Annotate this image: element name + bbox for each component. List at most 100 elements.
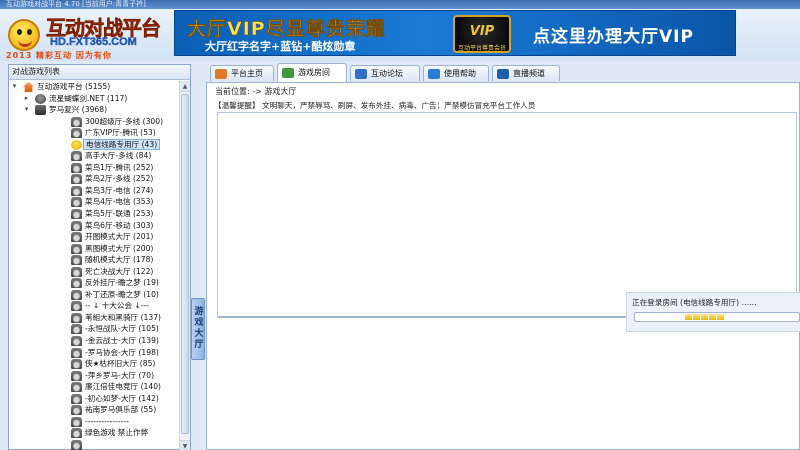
- room-icon: [71, 116, 82, 127]
- login-progress-fill: [685, 314, 724, 320]
- tab-forum[interactable]: 互动论坛: [350, 65, 420, 81]
- main-tab-bar: 平台主页 游戏房间 互动论坛 使用帮助 直播频道: [206, 63, 800, 82]
- tree-item-label: 补丁还原-瞻之梦 (10): [85, 289, 159, 299]
- tree-item[interactable]: 死亡决战大厅 (122): [9, 266, 179, 278]
- platform-logo[interactable]: 互动对战平台 HD.FXT365.COM 2013 精彩互动 因为有你: [2, 9, 172, 61]
- progress-block: [709, 314, 716, 320]
- login-status-text: 正在登录房间 (电信线路专用厅) ……: [632, 298, 757, 307]
- tab-label: 游戏房间: [298, 68, 330, 77]
- tree-item-label: -- ↓ 十大公会 ↓---: [85, 301, 150, 311]
- vip-ad-headline: 大厅VIP尽显尊贵荣耀: [187, 18, 386, 40]
- forum-icon: [355, 69, 367, 79]
- tree-item[interactable]: 祐南罗马俱乐部 (55): [9, 404, 179, 416]
- game-tree[interactable]: ▾ 互动游戏平台 (5155) ▸ 流星蝴蝶剑.NET (117) ▾ 罗马复兴 (396…: [9, 81, 179, 450]
- tree-item[interactable]: 电信线路专用厅 (43): [9, 138, 179, 151]
- tree-item[interactable]: 黑图模式大厅 (200): [9, 243, 179, 255]
- logo-slogan: 2013 精彩互动 因为有你: [6, 51, 112, 60]
- room-icon: [71, 289, 82, 300]
- scroll-thumb[interactable]: [181, 94, 189, 434]
- window-title: 互动游戏对战平台 4.70 [当前用户:青青子衿]: [6, 0, 146, 8]
- tree-item[interactable]: -永恒战队-大厅 (105): [9, 323, 179, 335]
- collapse-icon[interactable]: ▾: [23, 106, 30, 113]
- tree-item[interactable]: 菜鸟1厅-腾讯 (252): [9, 162, 179, 174]
- scroll-up-icon[interactable]: ▲: [180, 81, 190, 92]
- tree-item[interactable]: 菜鸟6厅-移动 (303): [9, 220, 179, 232]
- progress-block: [685, 314, 692, 320]
- room-icon: [71, 336, 82, 347]
- game-hall-side-tab-label: 游戏大厅: [194, 307, 204, 350]
- tree-item[interactable]: 开图模式大厅 (201): [9, 231, 179, 243]
- vip-badge-icon: VIP 互动平台尊贵会员: [453, 15, 511, 53]
- tree-item[interactable]: 菜鸟4厅-电信 (353): [9, 196, 179, 208]
- tab-game-room[interactable]: 游戏房间: [277, 63, 347, 82]
- tree-item[interactable]: 绿色游戏 禁止作弊: [9, 427, 179, 439]
- tree-item[interactable]: 随机模式大厅 (178): [9, 254, 179, 266]
- tree-item-label: -初心如梦-大厅 (142): [85, 393, 159, 403]
- tab-live[interactable]: 直播频道: [492, 65, 560, 81]
- vip-badge-text: VIP: [469, 24, 495, 39]
- tree-item[interactable]: 廉江倍佳电竞厅 (140): [9, 381, 179, 393]
- tree-item[interactable]: ▾ 互动游戏平台 (5155): [9, 81, 179, 93]
- vip-ad-subline: 大厅红字名字+蓝钻+酷炫勋章: [205, 40, 356, 53]
- tree-item[interactable]: -- ↓ 十大公会 ↓---: [9, 300, 179, 312]
- collapse-icon[interactable]: ▾: [11, 83, 18, 90]
- tree-item[interactable]: 补丁还原-瞻之梦 (10): [9, 289, 179, 301]
- room-icon: [71, 359, 82, 370]
- tree-item[interactable]: -金云战士-大厅 (139): [9, 335, 179, 347]
- tree-item[interactable]: ▾ 罗马复兴 (3968): [9, 104, 179, 116]
- tree-item-label: -金云战士-大厅 (139): [85, 336, 159, 346]
- tree-item[interactable]: 高手大厅-多线 (84): [9, 150, 179, 162]
- live-icon: [497, 69, 509, 79]
- room-icon: [71, 174, 82, 185]
- tree-item[interactable]: ----------------: [9, 416, 179, 428]
- tab-label: 互动论坛: [371, 69, 403, 78]
- tree-item-label: 电信线路专用厅 (43): [83, 138, 161, 151]
- vip-advertisement[interactable]: 大厅VIP尽显尊贵荣耀 大厅红字名字+蓝钻+酷炫勋章 VIP 互动平台尊贵会员 …: [174, 10, 736, 56]
- tree-item-label: 互动游戏平台 (5155): [37, 82, 111, 91]
- tree-item[interactable]: 侠★枯杯旧大厅 (85): [9, 358, 179, 370]
- progress-block: [717, 314, 724, 320]
- tree-item[interactable]: 菜鸟2厅-多线 (252): [9, 173, 179, 185]
- room-icon: [71, 220, 82, 231]
- tab-help[interactable]: 使用帮助: [423, 65, 489, 81]
- tree-item[interactable]: 广东VIP厅-腾讯 (53): [9, 127, 179, 139]
- breadcrumb: 当前位置: -> 游戏大厅: [215, 87, 297, 96]
- room-icon: [71, 243, 82, 254]
- tree-item-label: 廉江倍佳电竞厅 (140): [85, 382, 161, 392]
- tree-item-label: ----------------: [85, 416, 129, 426]
- tree-item-label: 300超级厅-多线 (300): [85, 116, 164, 126]
- tree-item[interactable]: 反外挂厅-瞻之梦 (19): [9, 277, 179, 289]
- tree-item-label: 菜鸟4厅-电信 (353): [85, 197, 154, 207]
- scroll-down-icon[interactable]: ▼: [180, 440, 190, 450]
- tree-item-label: 随机模式大厅 (178): [85, 255, 154, 265]
- tab-label: 直播频道: [513, 69, 545, 78]
- room-icon: [71, 162, 82, 173]
- tab-home[interactable]: 平台主页: [210, 65, 274, 81]
- smile-icon: [71, 139, 82, 150]
- game-hall-content: 当前位置: -> 游戏大厅 【温馨提醒】 文明聊天，严禁辱骂、刷屏、发布外挂、病…: [206, 82, 800, 450]
- room-icon: [71, 232, 82, 243]
- banner: 互动对战平台 HD.FXT365.COM 2013 精彩互动 因为有你 大厅VI…: [0, 9, 800, 61]
- login-progress-bar: [634, 312, 800, 322]
- tree-item[interactable]: 苇組大和黑骑厅 (137): [9, 312, 179, 324]
- vip-ad-cta[interactable]: 点这里办理大厅VIP: [533, 22, 694, 47]
- tree-item[interactable]: -初心如梦-大厅 (142): [9, 393, 179, 405]
- tree-item-label: 流星蝴蝶剑.NET (117): [49, 93, 128, 103]
- room-icon: [71, 324, 82, 335]
- tree-scrollbar[interactable]: ▲ ▼: [179, 81, 190, 450]
- tree-item[interactable]: 300超级厅-多线 (300): [9, 116, 179, 128]
- room-icon: [71, 382, 82, 393]
- game-hall-side-tab[interactable]: 游戏大厅: [191, 298, 205, 360]
- panel-splitter[interactable]: 游戏大厅: [191, 64, 206, 450]
- tree-item[interactable]: 菜鸟3厅-电信 (274): [9, 185, 179, 197]
- tree-item-label: -罗马协会-大厅 (198): [85, 347, 159, 357]
- tree-item[interactable]: -萍乡罗马-大厅 (70): [9, 370, 179, 382]
- room-icon: [71, 301, 82, 312]
- tree-item-label: 祐南罗马俱乐部 (55): [85, 405, 157, 415]
- tree-item[interactable]: 菜鸟5厅-联通 (253): [9, 208, 179, 220]
- tree-item[interactable]: ▸ 流星蝴蝶剑.NET (117): [9, 93, 179, 105]
- tree-item[interactable]: -罗马协会-大厅 (198): [9, 347, 179, 359]
- tree-item[interactable]: [9, 439, 179, 450]
- expand-icon[interactable]: ▸: [23, 94, 30, 102]
- room-icon: [71, 370, 82, 381]
